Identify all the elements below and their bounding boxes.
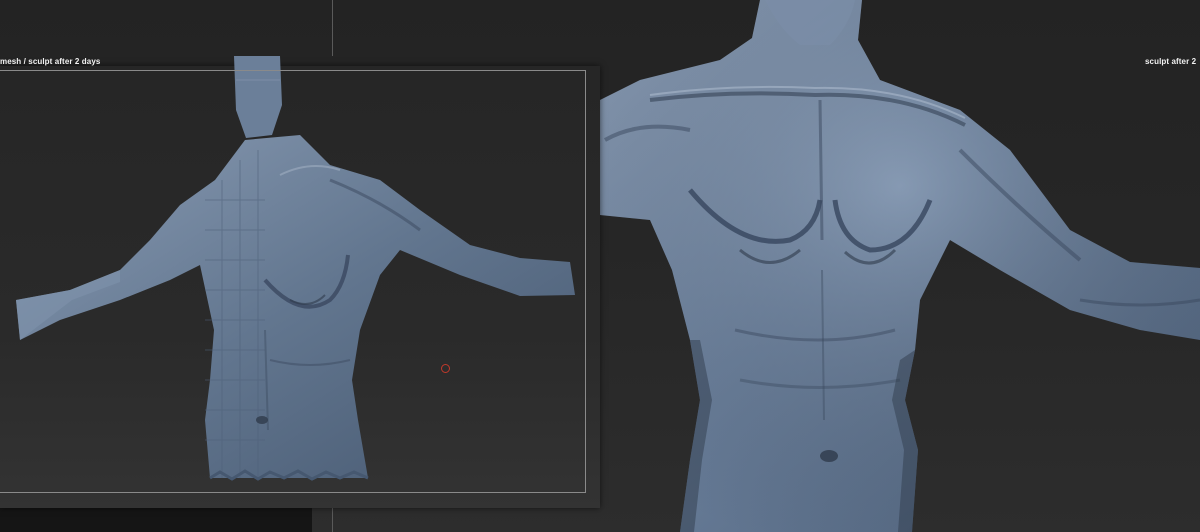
viewport-canvas[interactable]: mesh / sculpt after 2 days sculpt after … <box>0 0 1200 532</box>
caption-left: mesh / sculpt after 2 days <box>0 57 101 66</box>
caption-right: sculpt after 2 <box>1145 57 1197 66</box>
viewport-frame <box>0 70 586 493</box>
brush-cursor-icon <box>441 364 450 373</box>
